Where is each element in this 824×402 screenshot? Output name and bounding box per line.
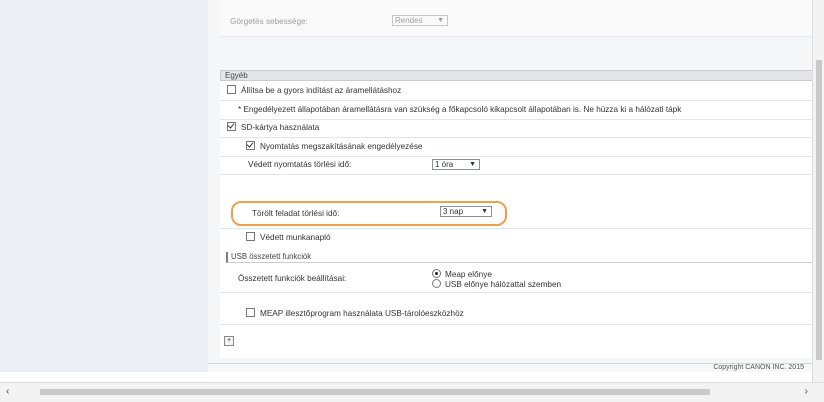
- option-usb-radio[interactable]: [432, 279, 441, 288]
- sd-card-label: SD-kártya használata: [241, 123, 320, 132]
- chevron-left-icon[interactable]: ‹: [6, 386, 9, 397]
- protected-print-delete-value: 1 óra: [435, 160, 454, 169]
- chevron-down-icon: ▼: [437, 17, 444, 24]
- option-meap-label: Meap előnye: [445, 270, 492, 279]
- option-usb-label: USB előnye hálózattal szemben: [445, 280, 562, 289]
- scroll-speed-select[interactable]: Rendes ▼: [392, 15, 448, 26]
- compound-settings-label: Összetett funkciók beállításai:: [238, 274, 347, 283]
- protected-print-delete-label: Védett nyomtatás törlési idő:: [248, 160, 352, 169]
- scroll-speed-row: Görgetés sebessége: Rendes ▼: [220, 0, 812, 37]
- horizontal-scrollbar[interactable]: ‹ ›: [0, 382, 824, 402]
- main-content: Görgetés sebessége: Rendes ▼ Egyéb Állít…: [208, 0, 812, 372]
- meap-driver-checkbox[interactable]: [246, 308, 255, 317]
- divider: [220, 174, 812, 175]
- divider: [220, 156, 812, 157]
- protected-print-delete-select[interactable]: 1 óra ▼: [432, 159, 480, 170]
- scroll-speed-value: Rendes: [395, 16, 423, 25]
- copyright-text: Copyright CANON INC. 2015: [713, 364, 804, 371]
- settings-panel: Egyéb Állítsa be a gyors indítást az ára…: [220, 70, 812, 358]
- sd-card-row: SD-kártya használata: [227, 122, 812, 134]
- scroll-speed-label: Görgetés sebessége:: [230, 17, 308, 26]
- quick-start-checkbox[interactable]: [227, 85, 236, 94]
- divider: [220, 324, 812, 325]
- divider: [220, 228, 812, 229]
- divider: [220, 100, 812, 101]
- vertical-scrollbar[interactable]: [812, 0, 824, 384]
- section-header-usb: USB összetett funkciók: [226, 252, 812, 263]
- sd-card-checkbox[interactable]: [227, 122, 236, 131]
- horizontal-scroll-thumb[interactable]: [40, 389, 710, 395]
- power-note: * Engedélyezett állapotában áramellátásr…: [238, 105, 682, 114]
- option-meap-row[interactable]: Meap előnye: [432, 269, 561, 279]
- chevron-right-icon[interactable]: ›: [805, 386, 808, 397]
- quick-start-label: Állítsa be a gyors indítást az áramellát…: [241, 86, 402, 95]
- vertical-scroll-thumb[interactable]: [816, 60, 822, 360]
- compound-options: Meap előnye USB előnye hálózattal szembe…: [432, 269, 561, 289]
- protected-log-row: Védett munkanapló: [246, 232, 812, 244]
- option-meap-radio[interactable]: [432, 269, 441, 278]
- chevron-down-icon: ▼: [469, 161, 476, 168]
- print-interrupt-checkbox[interactable]: [246, 141, 255, 150]
- meap-driver-row: MEAP illesztőprogram használata USB-táro…: [246, 308, 812, 320]
- meap-driver-label: MEAP illesztőprogram használata USB-táro…: [260, 309, 464, 318]
- quick-start-row: Állítsa be a gyors indítást az áramellát…: [227, 85, 812, 97]
- divider: [220, 119, 812, 120]
- divider: [220, 137, 812, 138]
- left-pane: [0, 0, 208, 372]
- protected-log-checkbox[interactable]: [246, 232, 255, 241]
- highlight-frame: [231, 201, 507, 226]
- print-interrupt-row: Nyomtatás megszakításának engedélyezése: [246, 141, 812, 153]
- protected-log-label: Védett munkanapló: [260, 233, 331, 242]
- expand-icon[interactable]: +: [224, 336, 234, 346]
- section-header-egyeb: Egyéb: [220, 70, 812, 81]
- option-usb-row[interactable]: USB előnye hálózattal szemben: [432, 279, 561, 289]
- print-interrupt-label: Nyomtatás megszakításának engedélyezése: [260, 142, 423, 151]
- divider: [220, 292, 812, 293]
